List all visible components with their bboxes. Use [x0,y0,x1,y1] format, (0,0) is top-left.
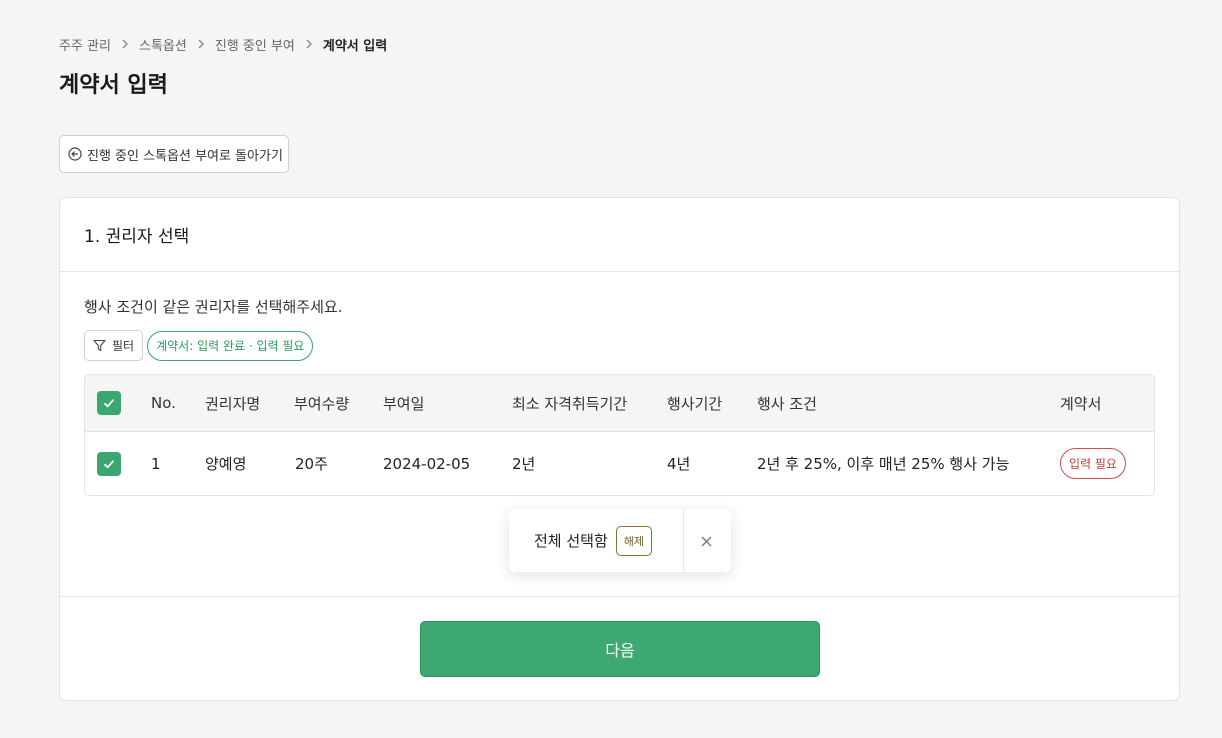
column-header-name: 권리자명 [205,394,261,413]
breadcrumb-item-stock-options[interactable]: 스톡옵션 [139,35,187,54]
section-title: 1. 권리자 선택 [60,198,1179,272]
table-row[interactable]: 1 양예영 20주 2024-02-05 2년 4년 2년 후 25%, 이후 … [85,432,1154,495]
recipient-selection-card: 1. 권리자 선택 행사 조건이 같은 권리자를 선택해주세요. 필터 계약서:… [59,197,1180,701]
filter-icon [93,339,106,352]
checkmark-icon [103,399,115,408]
selection-popup: 전체 선택함 해제 [509,509,731,572]
contract-required-badge[interactable]: 입력 필요 [1060,448,1126,479]
column-header-quantity: 부여수량 [294,394,350,413]
footer-divider [60,596,1179,597]
chevron-right-icon [187,39,215,49]
cell-quantity: 20주 [295,455,328,473]
breadcrumb-item-in-progress[interactable]: 진행 중인 부여 [215,35,295,54]
breadcrumb-item-shareholders[interactable]: 주주 관리 [59,35,111,54]
chevron-right-icon [111,39,139,49]
cell-exercise-period: 4년 [667,455,691,473]
cell-no: 1 [151,454,161,473]
filter-button[interactable]: 필터 [84,330,144,361]
table-header-row: No. 권리자명 부여수량 부여일 최소 자격취득기간 행사기간 행사 조건 계… [85,375,1154,432]
page-title: 계약서 입력 [59,73,168,98]
cell-name: 양예영 [205,455,247,473]
column-header-grant-date: 부여일 [383,394,425,413]
close-icon [701,536,711,546]
recipients-table: No. 권리자명 부여수량 부여일 최소 자격취득기간 행사기간 행사 조건 계… [84,374,1155,496]
column-header-vesting-min: 최소 자격취득기간 [512,394,628,413]
contract-filter-chip[interactable]: 계약서: 입력 완료 · 입력 필요 [147,330,314,361]
column-header-exercise-period: 행사기간 [667,394,723,413]
selection-popup-label: 전체 선택함 [534,532,608,550]
next-button[interactable]: 다음 [420,621,820,677]
cell-grant-date: 2024-02-05 [383,454,471,473]
checkmark-icon [103,459,115,469]
popup-divider [683,509,684,572]
column-header-condition: 행사 조건 [757,394,817,413]
cell-vesting-min: 2년 [512,455,536,473]
back-button[interactable]: 진행 중인 스톡옵션 부여로 돌아가기 [59,135,289,173]
column-header-contract: 계약서 [1060,394,1102,413]
close-popup-button[interactable] [697,532,715,550]
filter-button-label: 필터 [112,339,135,353]
chevron-right-icon [295,39,323,49]
row-checkbox[interactable] [97,451,121,476]
cell-condition: 2년 후 25%, 이후 매년 25% 행사 가능 [757,455,1010,473]
release-selection-button[interactable]: 해제 [615,525,653,556]
arrow-left-circle-icon [68,147,82,161]
column-header-no: No. [151,394,176,412]
breadcrumb: 주주 관리 스톡옵션 진행 중인 부여 계약서 입력 [59,35,388,54]
select-all-checkbox[interactable] [97,391,121,415]
section-instruction: 행사 조건이 같은 권리자를 선택해주세요. [84,298,343,316]
contract-status-cell: 입력 필요 [1060,448,1126,479]
filter-row: 필터 계약서: 입력 완료 · 입력 필요 [84,330,314,361]
breadcrumb-item-current: 계약서 입력 [322,38,388,54]
back-button-label: 진행 중인 스톡옵션 부여로 돌아가기 [87,148,283,164]
